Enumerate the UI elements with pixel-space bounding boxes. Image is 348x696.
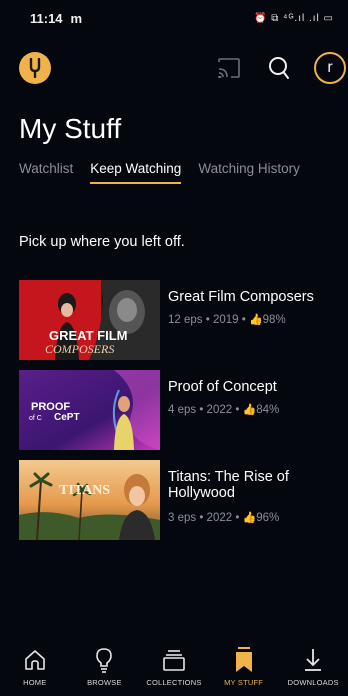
profile-avatar[interactable]: r [314, 52, 346, 84]
app-screen: 11:14 m ⏰ ⧉ ⁴ᴳ.ıl .ıl ▭ r My Stuff Watch… [0, 0, 348, 696]
nav-collections[interactable]: COLLECTIONS [139, 640, 209, 696]
thumbnail-titans[interactable]: TITANS [19, 460, 160, 540]
system-icons: ⏰ ⧉ ⁴ᴳ.ıl .ıl ▭ [254, 12, 334, 24]
collections-icon [162, 646, 186, 674]
nav-home[interactable]: HOME [0, 640, 70, 696]
item-meta: 4 eps • 2022 • 👍84% [168, 403, 279, 416]
tab-bar: Watchlist Keep Watching Watching History [19, 160, 317, 184]
item-meta-text: 3 eps • 2022 • [168, 512, 243, 524]
bookmark-icon [233, 646, 255, 674]
bottom-navigation: HOME BROWSE COLLECTIONS MY STUFF DOWNLOA… [0, 640, 348, 696]
app-logo-icon[interactable] [19, 52, 51, 84]
search-icon[interactable] [266, 54, 292, 82]
nav-downloads[interactable]: DOWNLOADS [278, 640, 348, 696]
lightbulb-icon [93, 646, 115, 674]
nav-label: DOWNLOADS [287, 678, 339, 687]
item-rating: 98% [262, 314, 286, 326]
thumb-text-line1: GREAT FILM [49, 328, 127, 343]
thumbs-up-icon: 👍 [242, 404, 257, 416]
item-title[interactable]: Proof of Concept [168, 379, 338, 395]
tab-watching-history[interactable]: Watching History [198, 160, 300, 184]
thumb-text-line3: CePT [54, 412, 80, 423]
list-item-titans[interactable]: TITANS Titans: The Rise of Hollywood 3 e… [19, 460, 339, 550]
item-meta: 12 eps • 2019 • 👍98% [168, 313, 286, 326]
item-rating: 84% [256, 404, 280, 416]
item-meta-text: 12 eps • 2019 • [168, 314, 249, 326]
nav-label: HOME [23, 678, 47, 687]
nav-browse[interactable]: BROWSE [70, 640, 140, 696]
nav-label: BROWSE [87, 678, 122, 687]
nav-label: MY STUFF [224, 678, 264, 687]
page-title: My Stuff [19, 113, 122, 144]
item-title[interactable]: Titans: The Rise of Hollywood [168, 469, 338, 501]
home-icon [23, 646, 47, 674]
app-bar: r [0, 48, 348, 88]
thumbs-up-icon: 👍 [242, 512, 257, 524]
download-icon [302, 646, 324, 674]
list-item-proof-of-concept[interactable]: PROOF of C CePT Proof of Concept 4 eps •… [19, 370, 339, 460]
nav-my-stuff[interactable]: MY STUFF [209, 640, 279, 696]
thumbs-up-icon: 👍 [248, 314, 263, 326]
thumb-text-line2: COMPOSERS [45, 342, 114, 356]
thumb-text-line2: of C [29, 415, 42, 422]
section-subtitle: Pick up where you left off. [19, 234, 185, 250]
status-bar: 11:14 m ⏰ ⧉ ⁴ᴳ.ıl .ıl ▭ [0, 0, 348, 36]
thumbnail-great-film-composers[interactable]: GREAT FILM COMPOSERS [19, 280, 160, 360]
keep-watching-list: GREAT FILM COMPOSERS Great Film Composer… [19, 280, 339, 550]
tab-watchlist[interactable]: Watchlist [19, 160, 73, 184]
tab-keep-watching[interactable]: Keep Watching [90, 160, 182, 184]
thumbnail-proof-of-concept[interactable]: PROOF of C CePT [19, 370, 160, 450]
cast-icon[interactable] [216, 56, 242, 80]
status-time: 11:14 [30, 10, 63, 26]
item-meta-text: 4 eps • 2022 • [168, 404, 243, 416]
tuning-fork-icon [29, 58, 41, 78]
notification-icon: m [70, 10, 83, 26]
nav-label: COLLECTIONS [146, 678, 202, 687]
item-meta: 3 eps • 2022 • 👍96% [168, 511, 279, 524]
list-item-great-film-composers[interactable]: GREAT FILM COMPOSERS Great Film Composer… [19, 280, 339, 370]
item-rating: 96% [256, 512, 280, 524]
thumb-text-line1: TITANS [59, 483, 110, 498]
item-title[interactable]: Great Film Composers [168, 289, 338, 305]
